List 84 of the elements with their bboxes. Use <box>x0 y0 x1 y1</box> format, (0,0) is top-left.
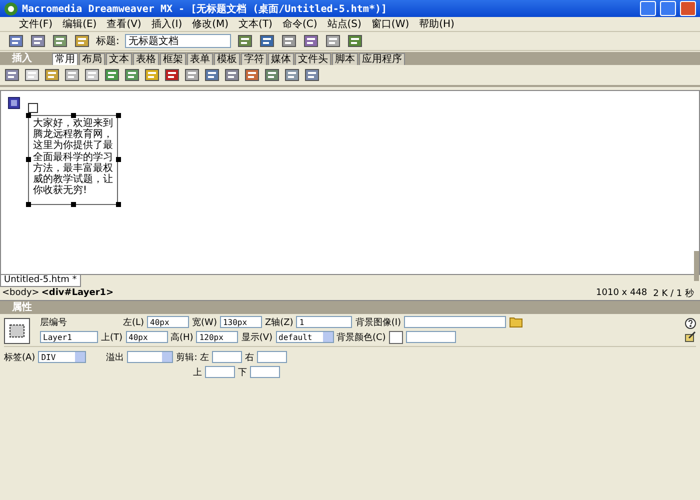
field-label: 左(L) <box>123 316 144 328</box>
field-label: 宽(W) <box>192 316 217 328</box>
insert-tab[interactable]: 框架 <box>160 53 186 65</box>
resize-handle[interactable] <box>71 202 76 207</box>
field-label: 上(T) <box>101 332 123 344</box>
insert-tab[interactable]: 脚本 <box>332 53 358 65</box>
dropdown[interactable]: default <box>276 331 334 343</box>
input-field[interactable] <box>257 351 288 363</box>
menu-item[interactable]: 修改(M) <box>189 17 232 31</box>
input-field[interactable] <box>404 316 506 328</box>
resize-handle[interactable] <box>116 157 121 162</box>
field-label: 层编号 <box>40 316 68 328</box>
field-label: 背景图像(I) <box>355 316 402 328</box>
title-label: 标题: <box>96 34 120 48</box>
app-logo-icon <box>4 2 18 16</box>
close-button[interactable] <box>680 1 696 16</box>
field-label: 标签(A) <box>4 352 36 364</box>
insert-tab[interactable]: 模板 <box>214 53 240 65</box>
insert-tab[interactable]: 常用 <box>52 53 78 65</box>
insert-tab[interactable]: 表单 <box>187 53 213 65</box>
field-label: 背景颜色(C) <box>336 332 386 344</box>
input-field[interactable]: 40px <box>147 316 190 328</box>
input-field[interactable]: 130px <box>220 316 262 328</box>
menu-item[interactable]: 帮助(H) <box>416 17 458 31</box>
layer-handle[interactable] <box>28 103 38 113</box>
window-size[interactable]: 1010 x 448 <box>596 288 652 298</box>
input-field[interactable]: 120px <box>196 331 238 343</box>
input-field[interactable] <box>406 331 456 343</box>
resize-handle[interactable] <box>116 202 121 207</box>
resize-handle[interactable] <box>26 202 31 207</box>
panel-title: 插入 <box>10 52 33 66</box>
field-label: Z轴(Z) <box>264 316 294 328</box>
color-picker[interactable] <box>388 330 403 344</box>
input-field[interactable] <box>212 351 242 363</box>
layer-marker-icon[interactable] <box>8 97 20 109</box>
insert-tab[interactable]: 字符 <box>241 53 267 65</box>
menu-item[interactable]: 编辑(E) <box>60 17 100 31</box>
menu-item[interactable]: 文件(F) <box>16 17 56 31</box>
edit-icon[interactable] <box>685 330 696 342</box>
dropdown[interactable] <box>127 351 174 363</box>
insert-tab[interactable]: 文本 <box>106 53 132 65</box>
folder-icon[interactable] <box>509 316 524 328</box>
input-field[interactable]: Layer1 <box>40 331 98 343</box>
input-field[interactable] <box>205 366 235 378</box>
field-label: 右 <box>245 352 254 364</box>
input-field[interactable]: 40px <box>126 331 168 343</box>
download-time: 2 K / 1 秒 <box>653 288 695 300</box>
insert-tab[interactable]: 媒体 <box>268 53 294 65</box>
insert-tab[interactable]: 文件头 <box>295 53 331 65</box>
field-label: 上 <box>193 366 202 378</box>
field-label: 剪辑: <box>176 352 198 364</box>
panel-collapse-handle[interactable] <box>694 251 699 281</box>
panel-title: 属性 <box>11 300 33 314</box>
resize-handle[interactable] <box>116 113 121 118</box>
field-label: 溢出 <box>106 352 124 364</box>
layer-text: 大家好，欢迎来到腾龙远程教育网，这里为你提供了最全面最科学的学习方法，最丰富最权威的教学试题，让你收获无穷! <box>33 118 113 196</box>
minimize-button[interactable] <box>640 1 656 16</box>
menu-item[interactable]: 窗口(W) <box>368 17 412 31</box>
input-field[interactable]: 1 <box>296 316 352 328</box>
menu-item[interactable]: 查看(V) <box>104 17 144 31</box>
insert-tab[interactable]: 布局 <box>79 53 105 65</box>
resize-handle[interactable] <box>26 157 31 162</box>
layer-properties-icon <box>4 318 30 344</box>
menu-item[interactable]: 命令(C) <box>279 17 320 31</box>
field-label: 高(H) <box>170 332 194 344</box>
dropdown[interactable]: DIV <box>38 351 86 363</box>
window-title: Macromedia Dreamweaver MX - [无标题文档 (桌面/Untitled-5.htm*)] <box>22 2 388 16</box>
field-label: 显示(V) <box>241 332 273 344</box>
document-tab[interactable]: Untitled-5.htm * <box>0 274 81 286</box>
insert-tab[interactable]: 应用程序 <box>359 53 405 65</box>
help-icon[interactable] <box>685 318 696 328</box>
field-label: 下 <box>238 366 247 378</box>
menu-item[interactable]: 插入(I) <box>148 17 186 31</box>
menu-item[interactable]: 文本(T) <box>236 17 276 31</box>
tag-selector[interactable]: <div#Layer1> <box>41 288 114 298</box>
insert-tab[interactable]: 表格 <box>133 53 159 65</box>
tag-selector[interactable]: <body> <box>2 288 40 298</box>
menu-item[interactable]: 站点(S) <box>324 17 364 31</box>
input-field[interactable] <box>250 366 280 378</box>
maximize-button[interactable] <box>660 1 676 16</box>
resize-handle[interactable] <box>71 113 76 118</box>
resize-handle[interactable] <box>26 113 31 118</box>
field-label: 左 <box>200 352 210 364</box>
title-field[interactable]: 无标题文档 <box>125 34 232 48</box>
